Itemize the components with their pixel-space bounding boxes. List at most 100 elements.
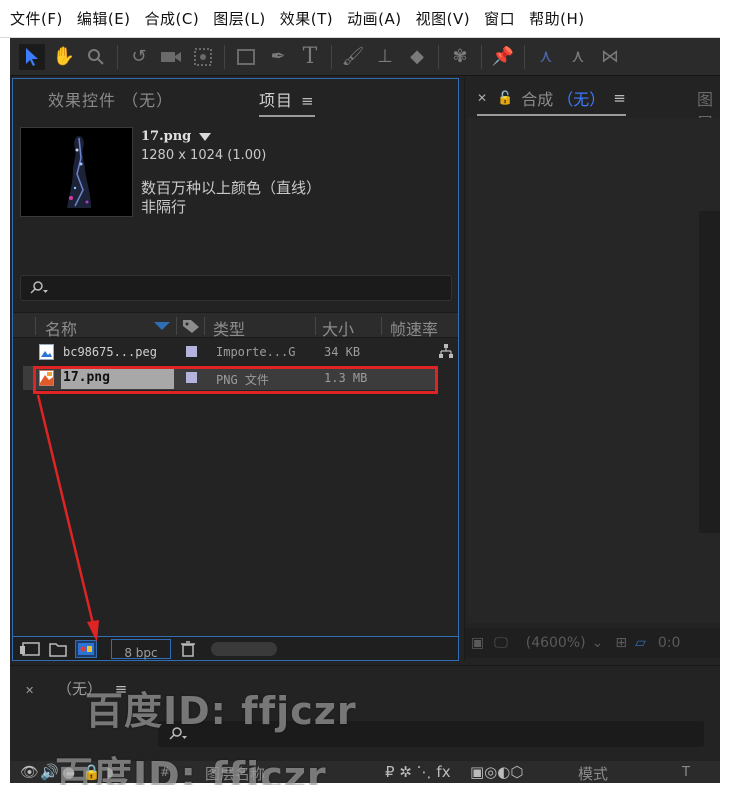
- column-divider: [315, 317, 316, 335]
- close-icon[interactable]: ✕: [477, 91, 487, 105]
- close-icon[interactable]: ✕: [25, 684, 34, 697]
- hand-tool-icon[interactable]: ✋: [51, 44, 77, 70]
- color-depth-button[interactable]: 8 bpc: [111, 638, 171, 660]
- eraser-tool-icon[interactable]: ◆: [404, 44, 430, 70]
- label-color-swatch[interactable]: [186, 346, 197, 357]
- column-type[interactable]: 类型: [213, 316, 245, 340]
- trash-icon[interactable]: [177, 640, 199, 658]
- watermark-text: 百度ID: ffjczr: [55, 754, 327, 785]
- tab-effect-controls[interactable]: 效果控件 （无）: [48, 87, 173, 111]
- label-color-swatch[interactable]: [186, 372, 197, 383]
- switches-icons[interactable]: ₽ ✲ ⋱ fx: [385, 763, 451, 781]
- tools-toolbar: ✋ ↺ ✒ T 🖌 ⊥ ◆ ✾ 📌 ⋏ ⋏ ⋈: [10, 38, 720, 76]
- pen-tool-icon[interactable]: ✒: [265, 44, 291, 70]
- type-tool-icon[interactable]: T: [297, 44, 323, 70]
- project-panel: 效果控件 （无） 项目 ≡ 17.png 1280 x 1024 (1.00) 数…: [12, 78, 459, 661]
- horizontal-scrollbar[interactable]: [211, 641, 277, 656]
- grid-icon[interactable]: ⊞: [615, 635, 627, 651]
- world-axis-icon[interactable]: ⋏: [565, 44, 591, 70]
- tab-project[interactable]: 项目 ≡: [259, 87, 315, 117]
- label-tag-icon[interactable]: [182, 318, 200, 334]
- search-input[interactable]: [55, 280, 435, 296]
- selection-tool-icon[interactable]: [19, 43, 45, 70]
- sort-descending-icon[interactable]: [154, 322, 170, 330]
- thumbnail-image: [67, 136, 91, 208]
- mode-header[interactable]: 模式: [578, 763, 608, 783]
- project-row-selected[interactable]: 17.png PNG 文件 1.3 MB: [13, 366, 458, 390]
- file-interlace: 非隔行: [141, 198, 187, 216]
- lock-icon[interactable]: 🔓: [497, 91, 513, 106]
- tab-composition[interactable]: ✕ 🔓 合成 （无） ≡: [477, 86, 626, 116]
- jpeg-file-icon: [39, 344, 54, 360]
- column-divider: [176, 317, 177, 335]
- file-name: 17.png: [141, 129, 192, 144]
- toolbar-divider: [524, 44, 525, 69]
- zoom-select[interactable]: (4600%): [526, 635, 586, 651]
- menu-effect[interactable]: 效果(T): [280, 8, 333, 29]
- brush-tool-icon[interactable]: 🖌: [340, 44, 366, 70]
- file-name-cell: 17.png: [61, 367, 174, 389]
- local-axis-icon[interactable]: ⋏: [533, 44, 559, 70]
- new-folder-icon[interactable]: [47, 640, 69, 658]
- toolbar-divider: [481, 44, 482, 69]
- file-thumbnail: [20, 127, 133, 217]
- project-bottom-bar: 8 bpc: [13, 636, 458, 660]
- project-row[interactable]: bc98675...peg Importe...G 34 KB: [13, 340, 458, 364]
- viewer-scrollbar[interactable]: [699, 211, 720, 533]
- menu-file[interactable]: 文件(F): [10, 8, 63, 29]
- camera-tool-icon[interactable]: [158, 44, 184, 70]
- app-window: ✋ ↺ ✒ T 🖌 ⊥ ◆ ✾ 📌 ⋏ ⋏ ⋈ 效果控件 （无） 项目 ≡ 17…: [10, 38, 720, 783]
- rectangle-tool-icon[interactable]: [233, 44, 259, 70]
- toolbar-divider: [331, 44, 332, 69]
- interpret-footage-icon[interactable]: [19, 640, 41, 658]
- menu-layer[interactable]: 图层(L): [213, 8, 266, 29]
- file-name-cell: bc98675...peg: [63, 345, 157, 359]
- panel-menu-icon[interactable]: ≡: [613, 89, 626, 107]
- zoom-tool-icon[interactable]: [83, 44, 109, 70]
- clone-stamp-tool-icon[interactable]: ⊥: [372, 44, 398, 70]
- composition-viewer[interactable]: [467, 118, 720, 623]
- project-column-header: 名称 类型 大小 帧速率: [13, 312, 458, 340]
- timecode[interactable]: 0:0: [658, 635, 681, 651]
- menu-help[interactable]: 帮助(H): [529, 8, 584, 29]
- file-dimensions: 1280 x 1024 (1.00): [141, 148, 267, 163]
- composition-tab-label: 合成: [521, 90, 554, 109]
- display-icon[interactable]: 🖵: [494, 635, 508, 651]
- view-axis-icon[interactable]: ⋈: [597, 44, 623, 70]
- project-search[interactable]: [20, 275, 452, 301]
- roto-brush-tool-icon[interactable]: ✾: [447, 44, 473, 70]
- file-type-cell: Importe...G: [216, 345, 296, 359]
- toolbar-divider: [438, 44, 439, 69]
- column-framerate[interactable]: 帧速率: [390, 316, 438, 340]
- panel-menu-icon[interactable]: ≡: [301, 92, 315, 110]
- flowchart-icon[interactable]: [438, 343, 454, 359]
- column-name[interactable]: 名称: [45, 316, 77, 340]
- toolbar-divider: [224, 44, 225, 69]
- file-dropdown-icon[interactable]: [199, 132, 212, 141]
- file-size-cell: 34 KB: [324, 345, 361, 359]
- file-info: 17.png 1280 x 1024 (1.00) 数百万种以上颜色（直线） 非…: [141, 127, 321, 217]
- menu-animation[interactable]: 动画(A): [347, 8, 401, 29]
- new-composition-icon[interactable]: [75, 639, 97, 658]
- puppet-pin-tool-icon[interactable]: 📌: [490, 44, 516, 70]
- composition-panel: ✕ 🔓 合成 （无） ≡ 图层 ▣ 🖵 (4600%) ⌄ ⊞ ▱ 0:0: [464, 78, 720, 661]
- menu-composition[interactable]: 合成(C): [145, 8, 200, 29]
- column-size[interactable]: 大小: [322, 316, 354, 340]
- menu-view[interactable]: 视图(V): [416, 8, 470, 29]
- menu-bar: 文件(F) 编辑(E) 合成(C) 图层(L) 效果(T) 动画(A) 视图(V…: [0, 0, 720, 38]
- snapshot-icon[interactable]: ▣: [471, 635, 484, 651]
- menu-window[interactable]: 窗口: [484, 8, 515, 29]
- visibility-icon[interactable]: 👁: [20, 763, 39, 781]
- rotate-tool-icon[interactable]: ↺: [126, 44, 152, 70]
- file-type-cell: PNG 文件: [216, 373, 269, 387]
- toolbar-divider: [117, 44, 118, 69]
- chevron-down-icon[interactable]: ⌄: [592, 635, 604, 651]
- column-divider: [381, 317, 382, 335]
- pan-behind-tool-icon[interactable]: [190, 44, 216, 70]
- track-matte-header[interactable]: T: [682, 765, 690, 780]
- panel-tabs: 效果控件 （无） 项目 ≡: [13, 79, 458, 119]
- frame-blend-icons[interactable]: ▣◎◐⬡: [470, 763, 523, 781]
- region-icon[interactable]: ▱: [635, 635, 646, 651]
- search-icon: [30, 281, 48, 294]
- menu-edit[interactable]: 编辑(E): [77, 8, 131, 29]
